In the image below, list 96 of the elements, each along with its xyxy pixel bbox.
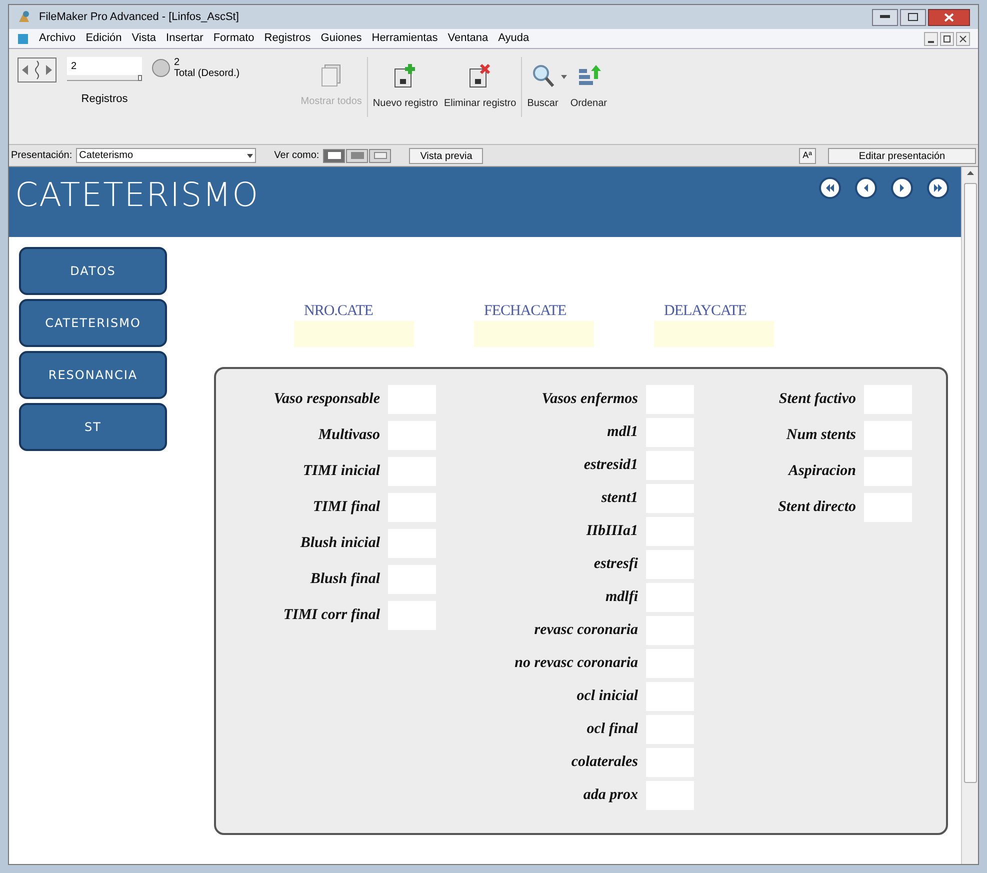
record-number-field[interactable]: 2 <box>67 57 142 75</box>
document-close-button[interactable] <box>956 32 970 46</box>
nav-button[interactable]: DATOS <box>19 247 167 295</box>
field-label: Num stents <box>786 426 856 445</box>
field-label: TIMI corr final <box>283 606 380 625</box>
view-mode-button[interactable] <box>346 148 368 162</box>
field-label: IIbIIIa1 <box>586 522 638 541</box>
view-mode-button[interactable] <box>323 148 346 162</box>
field-label: estresid1 <box>584 456 638 475</box>
scrollbar[interactable] <box>961 167 978 864</box>
nav-button[interactable]: RESONANCIA <box>19 351 167 399</box>
menu-item[interactable]: Herramientas <box>372 30 438 47</box>
found-count: 2 <box>174 57 181 68</box>
field-label: Multivaso <box>318 426 380 445</box>
records-label: Registros <box>81 92 128 107</box>
dropdown-caret-icon[interactable] <box>561 75 568 79</box>
menu-item[interactable]: Edición <box>86 30 122 47</box>
last-record-button[interactable] <box>927 177 949 199</box>
menu-item[interactable]: Ventana <box>448 30 488 47</box>
field-label: mdl1 <box>607 422 638 442</box>
edit-layout-button[interactable]: Editar presentación <box>828 148 976 164</box>
next-icon <box>897 183 907 193</box>
close-icon <box>944 12 954 22</box>
toolbar-button[interactable]: Eliminar registro <box>440 57 520 111</box>
close-icon <box>959 34 967 42</box>
field-label: Vaso responsable <box>274 390 380 409</box>
scroll-up-icon[interactable] <box>966 171 974 175</box>
field-label: Stent factivo <box>778 390 856 409</box>
menu-item[interactable]: Formato <box>213 30 254 47</box>
field-label: ocl final <box>586 720 638 739</box>
nav-button[interactable]: CATETERISMO <box>19 299 167 347</box>
input-field[interactable] <box>654 320 774 346</box>
scroll-thumb[interactable] <box>964 183 976 783</box>
field-label: Aspiracion <box>788 462 856 481</box>
document-plus-icon <box>393 63 418 89</box>
first-record-button[interactable] <box>819 177 841 199</box>
input-field[interactable] <box>474 320 594 346</box>
app-logo-icon <box>17 10 31 24</box>
field-label: NRO.CATE <box>303 302 373 321</box>
stacked-pages-icon <box>320 63 342 87</box>
layout-dropdown[interactable]: Cateterismo <box>76 148 256 163</box>
menu-item[interactable]: Vista <box>132 30 156 47</box>
field-label: mdlfi <box>606 588 638 607</box>
next-record-button[interactable] <box>891 177 913 199</box>
field-label: ada prox <box>583 786 638 805</box>
menu-item[interactable]: Registros <box>264 30 311 47</box>
menu-item[interactable]: Guiones <box>320 30 362 47</box>
field-label: Stent directo <box>778 498 856 517</box>
first-icon <box>825 183 835 193</box>
view-mode-button[interactable] <box>369 148 392 162</box>
menu-item[interactable]: Archivo <box>39 30 76 47</box>
field-label: TIMI final <box>312 498 380 517</box>
field-label: DELAYCATE <box>663 302 746 321</box>
input-field[interactable] <box>294 320 414 346</box>
page-title: CATETERISMO <box>15 175 260 215</box>
minimize-button[interactable] <box>872 8 898 26</box>
field-label: ocl inicial <box>576 686 638 706</box>
nav-button[interactable]: ST <box>19 403 167 451</box>
layout-label: Presentación: <box>11 149 72 163</box>
window-title: FileMaker Pro Advanced - [Linfos_AscSt] <box>39 10 239 25</box>
minimize-icon <box>928 40 934 42</box>
prev-record-button[interactable] <box>855 177 877 199</box>
document-minimize-button[interactable] <box>924 32 938 46</box>
field-label: stent1 <box>601 488 638 508</box>
minimize-icon <box>880 15 890 19</box>
preview-button[interactable]: Vista previa <box>409 148 484 164</box>
total-label: Total (Desord.) <box>174 68 240 79</box>
field-label: Vasos enfermos <box>542 390 638 409</box>
close-button[interactable] <box>928 8 970 26</box>
document-restore-button[interactable] <box>940 32 954 46</box>
slider-thumb[interactable] <box>138 75 142 81</box>
field-label: no revasc coronaria <box>514 654 638 673</box>
maximize-button[interactable] <box>900 8 926 26</box>
field-label: Blush final <box>310 570 380 589</box>
restore-icon <box>943 34 951 42</box>
search-icon <box>530 63 555 89</box>
document-x-icon <box>468 63 492 89</box>
maximize-icon <box>908 13 918 21</box>
document-icon <box>17 32 29 44</box>
last-icon <box>933 183 943 193</box>
view-as-label: Ver como: <box>274 149 320 163</box>
menu-item[interactable]: Ayuda <box>498 30 530 47</box>
toolbar-button[interactable]: Nuevo registro <box>370 57 441 111</box>
field-label: Blush inicial <box>300 534 380 553</box>
dropdown-caret-icon <box>247 154 254 158</box>
field-label: TIMI inicial <box>302 462 380 481</box>
field-label: colaterales <box>571 752 638 772</box>
toolbar-button[interactable]: Buscar <box>524 57 562 111</box>
font-size-button[interactable]: Aª <box>798 148 816 164</box>
field-label: FECHACATE <box>483 302 566 321</box>
field-label: estresfi <box>594 554 638 574</box>
book-navigator-icon[interactable] <box>17 57 57 83</box>
toolbar-button[interactable]: Ordenar <box>567 57 610 111</box>
found-set-pie-icon <box>152 59 170 77</box>
field-label: revasc coronaria <box>534 620 638 640</box>
menu-item[interactable]: Insertar <box>166 30 204 47</box>
